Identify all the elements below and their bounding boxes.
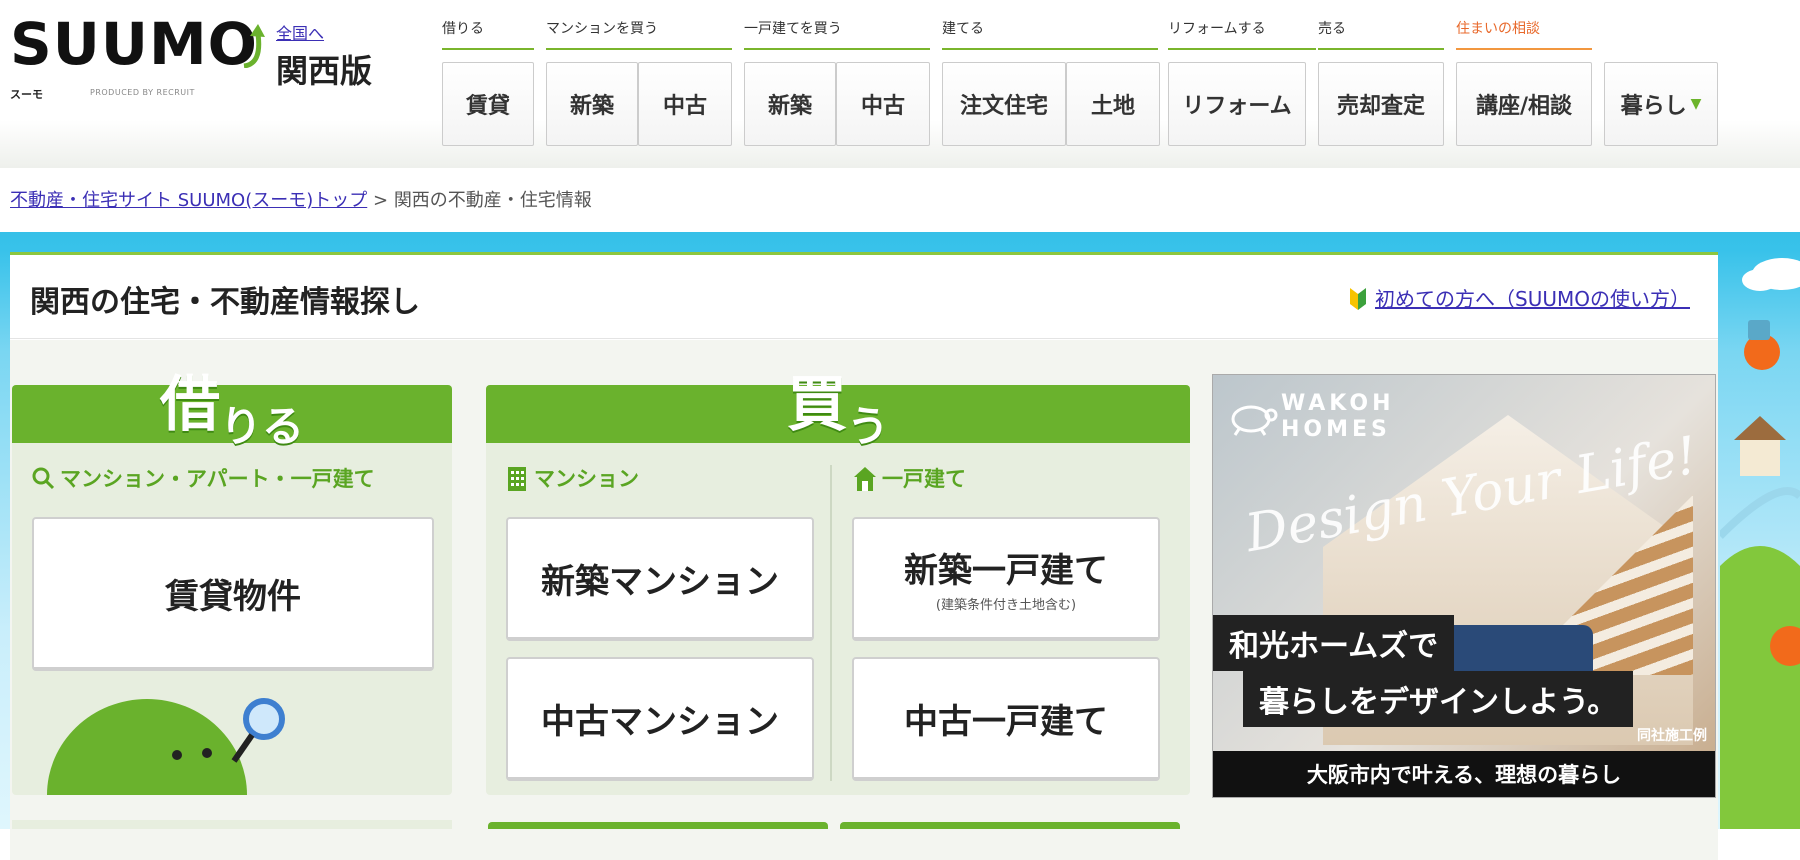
scenery-illustration [1720, 258, 1800, 829]
buy-heading-kana: う [846, 402, 889, 451]
used-house-label: 中古一戸建て [904, 701, 1108, 742]
ad-footer-text: 大阪市内で叶える、理想の暮らし [1213, 751, 1715, 797]
nav-rent-button[interactable]: 賃貸 [442, 62, 534, 146]
region-switch: 全国へ 関西版 [276, 20, 372, 92]
nav-living-label: 暮らし [1620, 94, 1687, 119]
chevron-down-icon: ▼ [1690, 96, 1702, 112]
rent-section: 借りる マンション・アパート・一戸建て 賃貸物件 [12, 370, 452, 795]
buy-section-header: 買う [486, 370, 1190, 451]
region-name: 関西版 [276, 52, 373, 90]
ad-brand: WAKOH HOMES [1281, 391, 1394, 443]
beginner-guide-link[interactable]: 初めての方へ（SUUMOの使い方） [1375, 283, 1690, 312]
breadcrumb: 不動産・住宅サイト SUUMO(スーモ)トップ > 関西の不動産・住宅情報 [10, 186, 592, 212]
rent-property-button[interactable]: 賃貸物件 [32, 517, 434, 671]
search-icon [32, 467, 54, 490]
rent-sub-text: マンション・アパート・一戸建て [60, 467, 375, 491]
buy-section: 買う マンション 一戸建て 新築マンション 中古マンション 新築一戸建て (建築… [486, 370, 1190, 795]
new-house-note: (建築条件付き土地含む) [935, 598, 1077, 613]
category-rent: 借りる [442, 18, 534, 50]
category-consult: 住まいの相談 [1456, 18, 1592, 50]
ad-brand-line2: HOMES [1281, 417, 1391, 442]
turtle-logo-icon [1231, 405, 1278, 436]
category-build: 建てる [942, 18, 1158, 50]
breadcrumb-separator: > [372, 190, 389, 211]
mansion-label-text: マンション [534, 467, 639, 491]
ad-copy-line1: 和光ホームズで [1213, 615, 1455, 671]
rent-property-label: 賃貸物件 [165, 576, 301, 617]
nav-new-house-button[interactable]: 新築 [744, 62, 836, 146]
panel-header: 関西の住宅・不動産情報探し 初めての方へ（SUUMOの使い方） [10, 255, 1718, 339]
guide-link-wrap: 初めての方へ（SUUMOの使い方） [1349, 283, 1690, 312]
building-icon [508, 467, 526, 491]
ad-copy-line2: 暮らしをデザインしよう。 [1243, 671, 1634, 727]
buy-divider [830, 465, 832, 781]
new-mansion-label: 新築マンション [541, 561, 779, 602]
category-buy-house: 一戸建てを買う [744, 18, 930, 50]
header: SUUMO スーモ PRODUCED BY RECRUIT 全国へ 関西版 借り… [0, 0, 1800, 168]
nav-new-mansion-button[interactable]: 新築 [546, 62, 638, 146]
house-label-text: 一戸建て [882, 467, 966, 491]
logo-wordmark: SUUMO [10, 10, 258, 78]
used-mansion-label: 中古マンション [541, 701, 779, 742]
used-mansion-button[interactable]: 中古マンション [506, 657, 814, 781]
rent-sub-label: マンション・アパート・一戸建て [32, 463, 375, 493]
logo-produced-by: PRODUCED BY RECRUIT [90, 88, 195, 97]
beginner-leaf-icon [1350, 287, 1367, 310]
page-title: 関西の住宅・不動産情報探し [30, 285, 420, 320]
nav-used-house-button[interactable]: 中古 [836, 62, 930, 146]
lower-section-strip-right [840, 822, 1180, 829]
new-house-label: 新築一戸建て [904, 551, 1108, 591]
ad-brand-line1: WAKOH [1281, 391, 1395, 416]
nav-living-dropdown[interactable]: 暮らし ▼ [1604, 62, 1718, 146]
nav-consult-button[interactable]: 講座/相談 [1456, 62, 1592, 146]
category-buy-mansion: マンションを買う [546, 18, 732, 50]
lower-section-strip-mid [488, 822, 828, 829]
house-label: 一戸建て [854, 463, 966, 493]
nav-land-button[interactable]: 土地 [1066, 62, 1160, 146]
nav-used-mansion-button[interactable]: 中古 [638, 62, 732, 146]
logo-arrow-icon [243, 24, 265, 68]
category-reform: リフォームする [1168, 18, 1316, 50]
nav-reform-button[interactable]: リフォーム [1168, 62, 1306, 146]
category-sell: 売る [1318, 18, 1444, 50]
mansion-label: マンション [506, 463, 639, 493]
house-icon [854, 467, 876, 491]
lower-section-strip-left [12, 820, 452, 829]
nav-sale-appraisal-button[interactable]: 売却査定 [1318, 62, 1444, 146]
new-house-button[interactable]: 新築一戸建て (建築条件付き土地含む) [852, 517, 1160, 641]
rent-heading-kana: りる [219, 402, 304, 451]
nav-custom-home-button[interactable]: 注文住宅 [942, 62, 1066, 146]
used-house-button[interactable]: 中古一戸建て [852, 657, 1160, 781]
logo-kana: スーモ [10, 88, 43, 101]
new-mansion-button[interactable]: 新築マンション [506, 517, 814, 641]
breadcrumb-current: 関西の不動産・住宅情報 [393, 190, 592, 211]
rent-heading-kanji: 借 [159, 370, 220, 440]
region-all-link[interactable]: 全国へ [276, 20, 372, 44]
rent-section-header: 借りる [12, 370, 452, 451]
suumo-mascot-illustration [47, 698, 285, 795]
breadcrumb-home-link[interactable]: 不動産・住宅サイト SUUMO(スーモ)トップ [10, 190, 367, 211]
advertisement-banner[interactable]: WAKOH HOMES Design Your Life! 和光ホームズで 暮ら… [1212, 374, 1716, 798]
ad-credit: 同社施工例 [1637, 728, 1707, 744]
suumo-logo[interactable]: SUUMO スーモ PRODUCED BY RECRUIT [10, 10, 265, 104]
buy-heading-kanji: 買 [786, 370, 847, 440]
